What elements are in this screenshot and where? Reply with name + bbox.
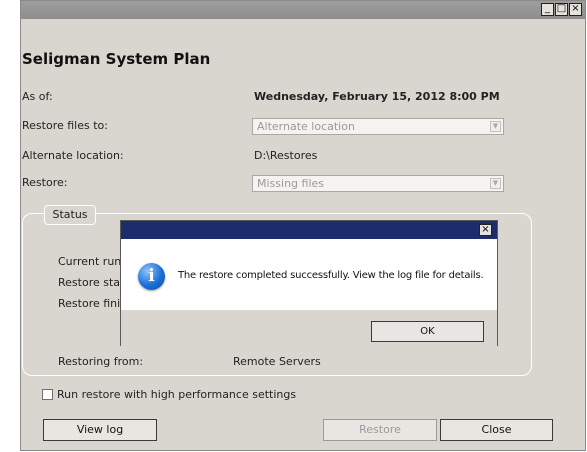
- high-performance-label: Run restore with high performance settin…: [57, 388, 297, 401]
- high-performance-checkbox[interactable]: [42, 389, 53, 400]
- message-dialog: × i The restore completed successfully. …: [120, 220, 498, 347]
- minimize-icon[interactable]: _: [541, 3, 554, 16]
- chevron-down-icon: ▼: [490, 178, 501, 189]
- info-icon: i: [138, 263, 165, 290]
- close-icon[interactable]: ×: [479, 224, 492, 236]
- close-icon[interactable]: ×: [569, 3, 582, 16]
- restore-files-to-label: Restore files to:: [22, 119, 108, 132]
- restore-files-to-select: Alternate location ▼: [252, 118, 504, 135]
- close-button[interactable]: Close: [440, 419, 553, 441]
- restore-finished-label: Restore finis: [58, 297, 126, 310]
- as-of-value: Wednesday, February 15, 2012 8:00 PM: [254, 90, 500, 103]
- maximize-icon[interactable]: □: [555, 3, 568, 16]
- ok-button[interactable]: OK: [371, 321, 484, 342]
- dialog-button-row: OK: [121, 309, 497, 347]
- status-tab[interactable]: Status: [44, 205, 96, 225]
- chevron-down-icon: ▼: [490, 121, 501, 132]
- as-of-label: As of:: [22, 90, 53, 103]
- alternate-location-value: D:\Restores: [254, 149, 318, 162]
- restore-button[interactable]: Restore: [323, 419, 437, 441]
- restoring-from-label: Restoring from:: [58, 355, 144, 368]
- current-run-label: Current run: [58, 255, 122, 268]
- dialog-message: The restore completed successfully. View…: [178, 270, 484, 281]
- restoring-from-value: Remote Servers: [233, 355, 321, 368]
- restore-select: Missing files ▼: [252, 175, 504, 192]
- page-title: Seligman System Plan: [22, 50, 211, 68]
- title-bar[interactable]: _ □ ×: [21, 1, 585, 19]
- restore-label: Restore:: [22, 176, 68, 189]
- alternate-location-label: Alternate location:: [22, 149, 124, 162]
- view-log-button[interactable]: View log: [43, 419, 157, 441]
- dialog-title-bar[interactable]: ×: [121, 221, 497, 239]
- window-controls: _ □ ×: [541, 3, 582, 16]
- restore-value: Missing files: [257, 177, 324, 190]
- restore-started-label: Restore star: [58, 276, 125, 289]
- restore-files-to-value: Alternate location: [257, 120, 355, 133]
